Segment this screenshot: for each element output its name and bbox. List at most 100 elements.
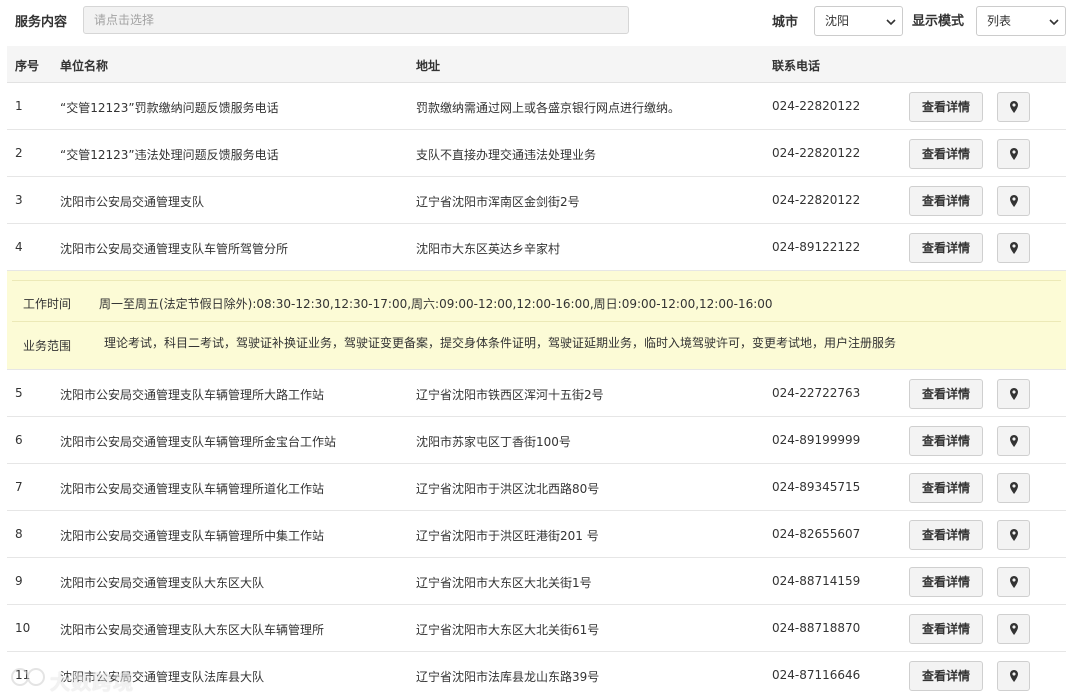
view-details-button[interactable]: 查看详情 xyxy=(909,186,983,216)
results-table: 序号 单位名称 地址 联系电话 1 “交管12123”罚款缴纳问题反馈服务电话 罚款… xyxy=(7,46,1066,697)
unit-address: 辽宁省沈阳市于洪区旺港街201 号 xyxy=(416,529,599,543)
table-body-bottom: 5 沈阳市公安局交通管理支队车辆管理所大路工作站 辽宁省沈阳市铁西区浑河十五街2号 0… xyxy=(7,370,1066,697)
view-details-button[interactable]: 查看详情 xyxy=(909,473,983,503)
unit-phone: 024-22820122 xyxy=(772,146,861,160)
table-row: 11 沈阳市公安局交通管理支队法库县大队 辽宁省沈阳市法库县龙山东路39号 024-8… xyxy=(7,652,1066,697)
header-name: 单位名称 xyxy=(60,59,109,73)
row-number: 3 xyxy=(15,193,23,207)
unit-phone: 024-89345715 xyxy=(772,480,861,494)
view-details-button[interactable]: 查看详情 xyxy=(909,426,983,456)
detail-panel: 工作时间 周一至周五(法定节假日除外):08:30-12:30,12:30-17… xyxy=(7,271,1066,370)
map-location-button[interactable] xyxy=(997,661,1030,691)
map-marker-icon xyxy=(1010,242,1018,254)
city-label: 城市 xyxy=(772,15,799,30)
row-number: 8 xyxy=(15,527,23,541)
row-number: 1 xyxy=(15,99,23,113)
unit-address: 辽宁省沈阳市大东区大北关街1号 xyxy=(416,576,592,590)
map-location-button[interactable] xyxy=(997,614,1030,644)
unit-name: 沈阳市公安局交通管理支队车辆管理所中集工作站 xyxy=(60,529,325,543)
chevron-down-icon xyxy=(886,19,896,26)
row-number: 7 xyxy=(15,480,23,494)
view-details-button[interactable]: 查看详情 xyxy=(909,567,983,597)
unit-phone: 024-22820122 xyxy=(772,99,861,113)
unit-name: “交管12123”违法处理问题反馈服务电话 xyxy=(60,148,279,162)
table-row: 6 沈阳市公安局交通管理支队车辆管理所金宝台工作站 沈阳市苏家屯区丁香街100号 02… xyxy=(7,417,1066,464)
unit-name: 沈阳市公安局交通管理支队车管所驾管分所 xyxy=(60,242,289,256)
display-mode-label: 显示模式 xyxy=(912,14,965,29)
table-row: 8 沈阳市公安局交通管理支队车辆管理所中集工作站 辽宁省沈阳市于洪区旺港街201 号… xyxy=(7,511,1066,558)
display-mode-select[interactable]: 列表 xyxy=(976,6,1066,36)
unit-address: 辽宁省沈阳市铁西区浑河十五街2号 xyxy=(416,388,604,402)
detail-divider xyxy=(12,280,1061,281)
map-marker-icon xyxy=(1010,482,1018,494)
display-mode-value: 列表 xyxy=(987,14,1012,28)
table-row: 3 沈阳市公安局交通管理支队 辽宁省沈阳市浑南区金剑街2号 024-22820122 查… xyxy=(7,177,1066,224)
unit-phone: 024-22722763 xyxy=(772,386,861,400)
table-row: 7 沈阳市公安局交通管理支队车辆管理所道化工作站 辽宁省沈阳市于洪区沈北西路80号 0… xyxy=(7,464,1066,511)
scope-value: 理论考试，科目二考试，驾驶证补换证业务，驾驶证变更备案，提交身体条件证明，驾驶证… xyxy=(104,336,897,350)
unit-address: 沈阳市苏家屯区丁香街100号 xyxy=(416,435,571,449)
map-location-button[interactable] xyxy=(997,379,1030,409)
header-no: 序号 xyxy=(15,59,40,73)
unit-name: 沈阳市公安局交通管理支队车辆管理所金宝台工作站 xyxy=(60,435,337,449)
table-row: 2 “交管12123”违法处理问题反馈服务电话 支队不直接办理交通违法处理业务 024… xyxy=(7,130,1066,177)
header-phone: 联系电话 xyxy=(772,59,821,73)
service-label: 服务内容 xyxy=(15,15,68,30)
watermark-logo-icon xyxy=(11,668,45,686)
unit-phone: 024-89199999 xyxy=(772,433,861,447)
map-location-button[interactable] xyxy=(997,233,1030,263)
unit-address: 辽宁省沈阳市大东区大北关街61号 xyxy=(416,623,600,637)
table-row: 4 沈阳市公安局交通管理支队车管所驾管分所 沈阳市大东区英达乡辛家村 024-8912… xyxy=(7,224,1066,271)
chevron-down-icon xyxy=(1049,19,1059,26)
row-number: 10 xyxy=(15,621,31,635)
detail-divider xyxy=(12,321,1061,322)
map-marker-icon xyxy=(1010,195,1018,207)
view-details-button[interactable]: 查看详情 xyxy=(909,614,983,644)
table-row: 10 沈阳市公安局交通管理支队大东区大队车辆管理所 辽宁省沈阳市大东区大北关街61号… xyxy=(7,605,1066,652)
map-location-button[interactable] xyxy=(997,473,1030,503)
view-details-button[interactable]: 查看详情 xyxy=(909,520,983,550)
unit-name: 沈阳市公安局交通管理支队车辆管理所道化工作站 xyxy=(60,482,325,496)
city-select-value: 沈阳 xyxy=(825,14,850,28)
map-marker-icon xyxy=(1010,435,1018,447)
unit-phone: 024-87116646 xyxy=(772,668,861,682)
row-number: 5 xyxy=(15,386,23,400)
table-row: 9 沈阳市公安局交通管理支队大东区大队 辽宁省沈阳市大东区大北关街1号 024-887… xyxy=(7,558,1066,605)
view-details-button[interactable]: 查看详情 xyxy=(909,661,983,691)
map-marker-icon xyxy=(1010,388,1018,400)
view-details-button[interactable]: 查看详情 xyxy=(909,92,983,122)
scope-label: 业务范围 xyxy=(23,339,72,353)
hours-value: 周一至周五(法定节假日除外):08:30-12:30,12:30-17:00,周… xyxy=(99,297,773,311)
service-select-input[interactable]: 请点击选择 xyxy=(83,6,629,34)
unit-address: 辽宁省沈阳市浑南区金剑街2号 xyxy=(416,195,580,209)
header-address: 地址 xyxy=(416,59,441,73)
map-location-button[interactable] xyxy=(997,520,1030,550)
unit-name: 沈阳市公安局交通管理支队车辆管理所大路工作站 xyxy=(60,388,325,402)
map-location-button[interactable] xyxy=(997,139,1030,169)
map-marker-icon xyxy=(1010,670,1018,682)
row-number: 2 xyxy=(15,146,23,160)
map-location-button[interactable] xyxy=(997,92,1030,122)
watermark: 大数跨境 xyxy=(10,664,150,694)
unit-name: 沈阳市公安局交通管理支队 xyxy=(60,195,205,209)
hours-label: 工作时间 xyxy=(23,297,72,311)
unit-address: 辽宁省沈阳市于洪区沈北西路80号 xyxy=(416,482,600,496)
view-details-button[interactable]: 查看详情 xyxy=(909,139,983,169)
map-marker-icon xyxy=(1010,529,1018,541)
map-marker-icon xyxy=(1010,148,1018,160)
unit-address: 辽宁省沈阳市法库县龙山东路39号 xyxy=(416,670,600,684)
city-select[interactable]: 沈阳 xyxy=(814,6,903,36)
table-body-top: 1 “交管12123”罚款缴纳问题反馈服务电话 罚款缴纳需通过网上或各盛京银行网点进… xyxy=(7,83,1066,271)
map-location-button[interactable] xyxy=(997,426,1030,456)
row-number: 4 xyxy=(15,240,23,254)
view-details-button[interactable]: 查看详情 xyxy=(909,379,983,409)
row-number: 9 xyxy=(15,574,23,588)
map-marker-icon xyxy=(1010,101,1018,113)
map-location-button[interactable] xyxy=(997,186,1030,216)
view-details-button[interactable]: 查看详情 xyxy=(909,233,983,263)
map-location-button[interactable] xyxy=(997,567,1030,597)
unit-phone: 024-88718870 xyxy=(772,621,861,635)
table-header: 序号 单位名称 地址 联系电话 xyxy=(7,46,1066,83)
page: 服务内容 请点击选择 城市 沈阳 显示模式 列表 序号 单位名称 地址 联系电话… xyxy=(0,0,1066,697)
unit-name: 沈阳市公安局交通管理支队大东区大队车辆管理所 xyxy=(60,623,325,637)
